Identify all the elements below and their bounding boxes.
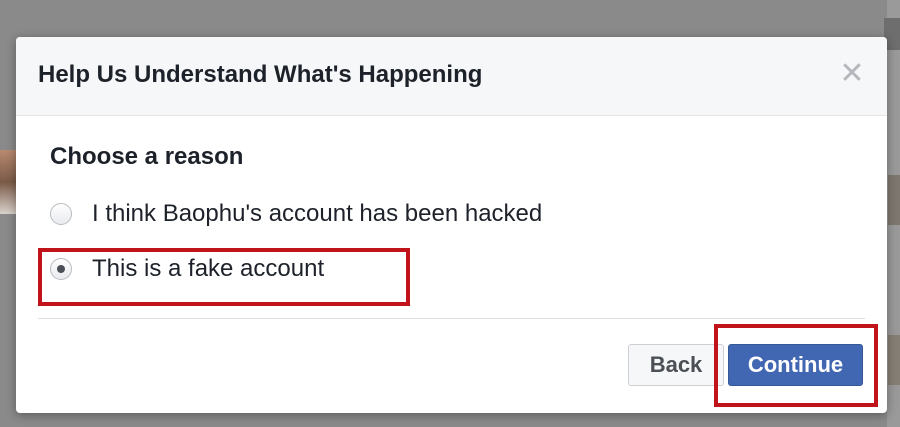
- reason-option-hacked[interactable]: I think Baophu's account has been hacked: [50, 200, 542, 228]
- background-thumbnail: [888, 335, 900, 385]
- highlight-annotation: [714, 324, 878, 407]
- highlight-annotation: [38, 248, 410, 306]
- divider: [38, 318, 865, 319]
- reason-option-label: I think Baophu's account has been hacked: [92, 200, 543, 227]
- radio-button[interactable]: [50, 203, 72, 225]
- dialog-header: Help Us Understand What's Happening ✕: [16, 37, 887, 116]
- section-title: Choose a reason: [50, 143, 244, 170]
- background-thumbnail: [888, 175, 900, 225]
- back-button[interactable]: Back: [628, 344, 724, 386]
- dialog-title: Help Us Understand What's Happening: [38, 61, 483, 88]
- close-icon[interactable]: ✕: [838, 59, 866, 89]
